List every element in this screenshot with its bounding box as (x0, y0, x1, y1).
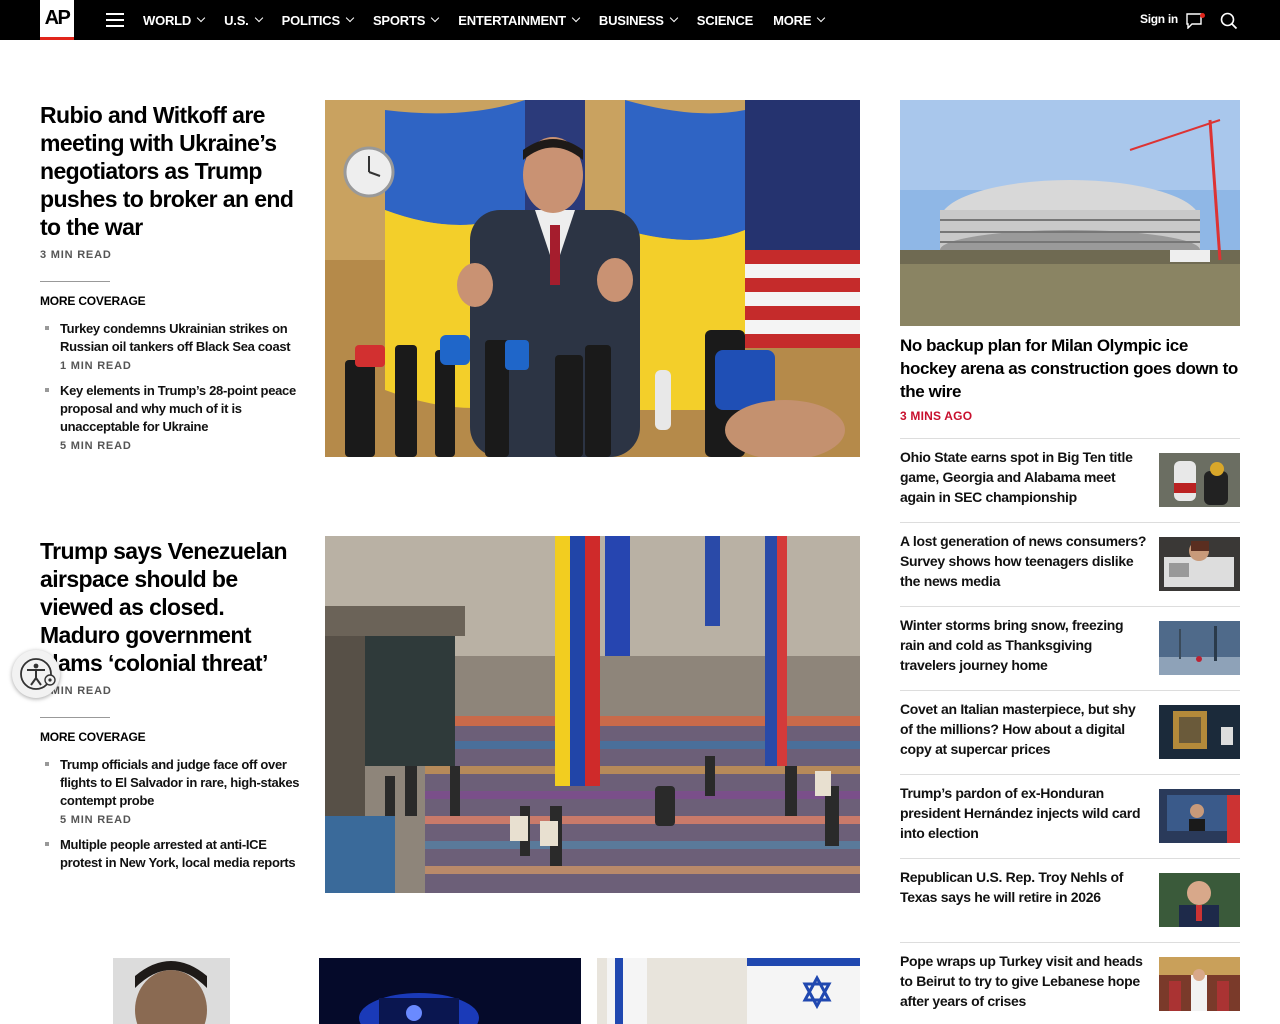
chevron-down-icon (430, 13, 440, 23)
search-icon[interactable] (1220, 12, 1238, 30)
israeli-flags-thumbnail[interactable] (597, 958, 860, 1024)
lead-headline[interactable]: Rubio and Witkoff are meeting with Ukrai… (40, 101, 302, 241)
nav-business[interactable]: BUSINESS (599, 13, 678, 28)
list-item[interactable]: Multiple people arrested at anti-ICE pro… (40, 836, 302, 872)
chevron-down-icon (254, 13, 263, 23)
lead-headline[interactable]: Trump says Venezuelan airspace should be… (40, 537, 302, 677)
ap-logo[interactable]: AP (40, 0, 74, 40)
list-item[interactable]: Turkey condemns Ukrainian strikes on Rus… (40, 320, 302, 372)
congressman-thumbnail[interactable] (1159, 873, 1240, 927)
chevron-down-icon (669, 13, 678, 23)
timestamp: 3 MINS AGO (900, 409, 973, 423)
right-lead-story: No backup plan for Milan Olympic ice hoc… (900, 334, 1240, 423)
nav-sports[interactable]: SPORTS (373, 13, 440, 28)
nav-science[interactable]: SCIENCE (697, 13, 754, 28)
more-coverage-label: MORE COVERAGE (40, 294, 146, 308)
list-item[interactable]: Covet an Italian masterpiece, but shy of… (900, 690, 1240, 774)
top-navigation-bar: AP WORLD U.S. POLITICS SPORTS ENTERTAINM… (0, 0, 1280, 40)
accessibility-icon[interactable] (12, 650, 60, 698)
sign-in-link[interactable]: Sign in (1140, 12, 1178, 26)
painting-thumbnail[interactable] (1159, 705, 1240, 759)
more-coverage-label: MORE COVERAGE (40, 730, 146, 744)
arena-construction-image[interactable] (900, 100, 1240, 326)
side-story-list: Ohio State earns spot in Big Ten title g… (900, 438, 1240, 1024)
list-item[interactable]: Winter storms bring snow, freezing rain … (900, 606, 1240, 690)
list-item[interactable]: Trump’s pardon of ex-Honduran president … (900, 774, 1240, 858)
lead-story-1: Rubio and Witkoff are meeting with Ukrai… (40, 101, 302, 462)
nav-politics[interactable]: POLITICS (282, 13, 355, 28)
chevron-down-icon (345, 13, 355, 23)
night-scene-thumbnail[interactable] (319, 958, 581, 1024)
divider (40, 717, 110, 718)
newspaper-thumbnail[interactable] (1159, 537, 1240, 591)
lead-story-2: Trump says Venezuelan airspace should be… (40, 537, 302, 882)
chevron-down-icon (196, 13, 206, 23)
portrait-thumbnail[interactable] (113, 958, 230, 1024)
list-item[interactable]: A lost generation of news consumers? Sur… (900, 522, 1240, 606)
lead-image-caracas-airport[interactable] (325, 536, 860, 893)
nav-world[interactable]: WORLD (143, 13, 206, 28)
list-item[interactable]: Trump officials and judge face off over … (40, 756, 302, 826)
list-item[interactable]: Pope wraps up Turkey visit and heads to … (900, 942, 1240, 1024)
football-thumbnail[interactable] (1159, 453, 1240, 507)
pope-thumbnail[interactable] (1159, 957, 1240, 1011)
chevron-down-icon (571, 13, 581, 23)
nav-more[interactable]: MORE (773, 13, 826, 28)
read-time: 3 MIN READ (40, 249, 112, 261)
read-time: 3 MIN READ (40, 685, 112, 697)
nav-us[interactable]: U.S. (224, 13, 263, 28)
chevron-down-icon (817, 13, 826, 23)
notification-icon[interactable] (1186, 13, 1205, 29)
divider (40, 281, 110, 282)
lead-image-rubio-press[interactable] (325, 100, 860, 457)
right-lead-headline[interactable]: No backup plan for Milan Olympic ice hoc… (900, 334, 1240, 403)
snowstorm-thumbnail[interactable] (1159, 621, 1240, 675)
menu-icon[interactable] (106, 13, 126, 27)
main-nav: WORLD U.S. POLITICS SPORTS ENTERTAINMENT… (143, 0, 844, 40)
nav-entertainment[interactable]: ENTERTAINMENT (458, 13, 581, 28)
list-item[interactable]: Ohio State earns spot in Big Ten title g… (900, 438, 1240, 522)
honduras-thumbnail[interactable] (1159, 789, 1240, 843)
list-item[interactable]: Key elements in Trump’s 28-point peace p… (40, 382, 302, 452)
list-item[interactable]: Republican U.S. Rep. Troy Nehls of Texas… (900, 858, 1240, 942)
